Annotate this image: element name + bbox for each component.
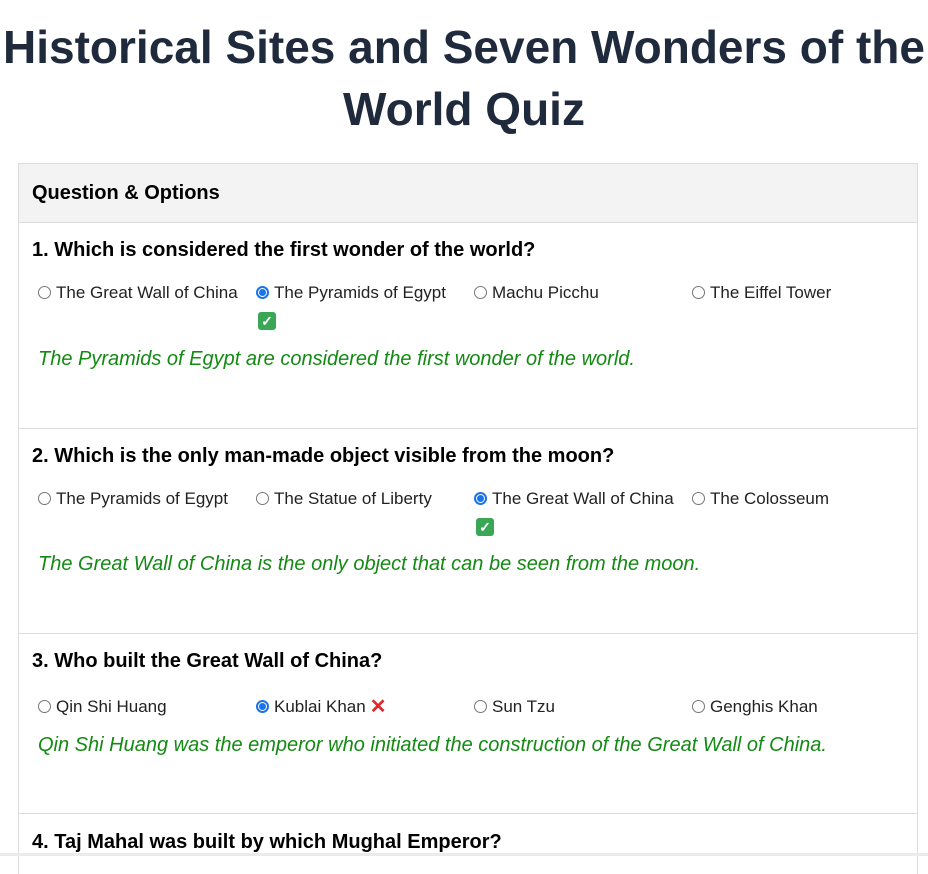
question-row: 1. Which is considered the first wonder … xyxy=(19,223,917,429)
radio-button[interactable] xyxy=(38,286,51,299)
question-text: 2. Which is the only man-made object vis… xyxy=(32,445,615,467)
radio-button[interactable] xyxy=(692,286,705,299)
options-group: The Great Wall of China The Pyramids of … xyxy=(38,280,910,330)
option-label: Kublai Khan xyxy=(274,697,366,716)
radio-button[interactable] xyxy=(38,700,51,713)
option[interactable]: Sun Tzu xyxy=(474,694,692,720)
option[interactable]: Genghis Khan xyxy=(692,694,910,720)
option[interactable]: The Colosseum xyxy=(692,486,910,536)
options-group: The Pyramids of Egypt The Statue of Libe… xyxy=(38,486,910,536)
option-label: The Colosseum xyxy=(710,489,830,508)
explanation-text: The Great Wall of China is the only obje… xyxy=(38,553,701,575)
question-text: 4. Taj Mahal was built by which Mughal E… xyxy=(32,831,502,853)
explanation-text: Qin Shi Huang was the emperor who initia… xyxy=(38,734,827,756)
option[interactable]: The Eiffel Tower xyxy=(692,280,910,330)
option[interactable]: The Pyramids of Egypt ✓ xyxy=(256,280,474,330)
option-label: The Pyramids of Egypt xyxy=(56,489,228,508)
option[interactable]: The Great Wall of China ✓ xyxy=(474,486,692,536)
radio-button[interactable] xyxy=(692,492,705,505)
cross-mark-icon: ✕ xyxy=(369,696,387,718)
option[interactable]: Kublai Khan ✕ xyxy=(256,694,474,720)
option-label: Qin Shi Huang xyxy=(56,697,167,716)
check-mark-icon: ✓ xyxy=(476,518,494,536)
quiz-table: Question & Options 1. Which is considere… xyxy=(18,163,918,874)
question-row: 4. Taj Mahal was built by which Mughal E… xyxy=(19,814,917,874)
explanation-text: The Pyramids of Egypt are considered the… xyxy=(38,348,635,370)
page-title: Historical Sites and Seven Wonders of th… xyxy=(3,21,925,135)
option-label: Machu Picchu xyxy=(492,283,599,302)
question-text: 3. Who built the Great Wall of China? xyxy=(32,650,383,672)
radio-button[interactable] xyxy=(692,700,705,713)
question-row: 2. Which is the only man-made object vis… xyxy=(19,429,917,634)
option[interactable]: The Statue of Liberty xyxy=(256,486,474,536)
option-label: The Great Wall of China xyxy=(492,489,674,508)
question-row: 3. Who built the Great Wall of China? Qi… xyxy=(19,634,917,814)
option-label: Genghis Khan xyxy=(710,697,818,716)
option-label: The Statue of Liberty xyxy=(274,489,432,508)
check-mark-icon: ✓ xyxy=(258,312,276,330)
radio-button[interactable] xyxy=(474,286,487,299)
table-header: Question & Options xyxy=(19,164,917,223)
question-text: 1. Which is considered the first wonder … xyxy=(32,239,536,261)
radio-button-selected[interactable] xyxy=(256,700,269,713)
option[interactable]: The Great Wall of China xyxy=(38,280,256,330)
radio-button[interactable] xyxy=(256,492,269,505)
option-label: The Great Wall of China xyxy=(56,283,238,302)
option-label: The Eiffel Tower xyxy=(710,283,832,302)
radio-button-selected[interactable] xyxy=(474,492,487,505)
radio-button-selected[interactable] xyxy=(256,286,269,299)
options-group: Qin Shi Huang Kublai Khan ✕ Sun Tzu Gengh… xyxy=(38,694,910,720)
option-label: Sun Tzu xyxy=(492,697,556,716)
radio-button[interactable] xyxy=(38,492,51,505)
option[interactable]: Machu Picchu xyxy=(474,280,692,330)
radio-button[interactable] xyxy=(474,700,487,713)
option-label: The Pyramids of Egypt xyxy=(274,283,446,302)
option[interactable]: Qin Shi Huang xyxy=(38,694,256,720)
option[interactable]: The Pyramids of Egypt xyxy=(38,486,256,536)
